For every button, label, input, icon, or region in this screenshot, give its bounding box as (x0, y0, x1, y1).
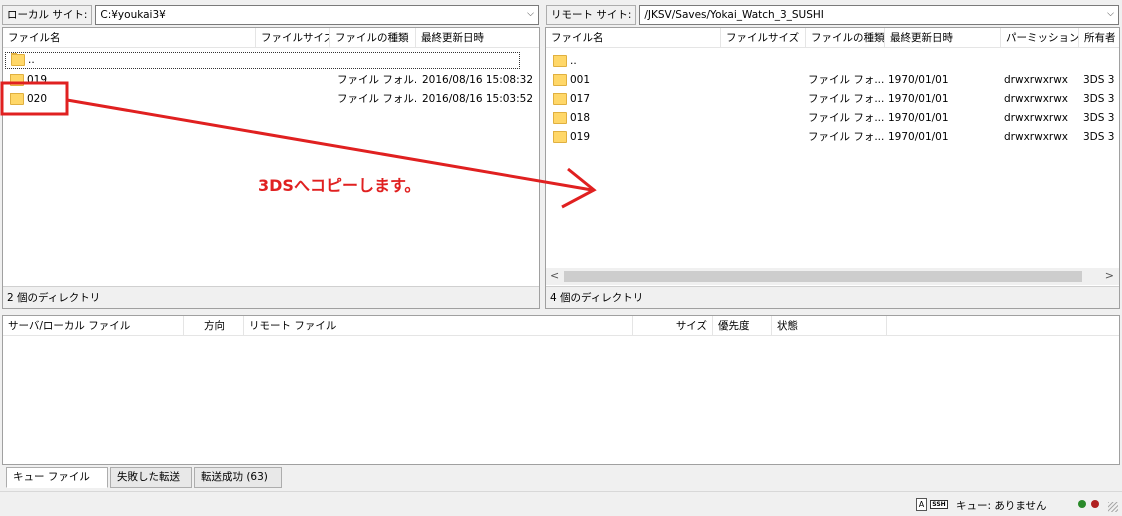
tab-failed-transfers[interactable]: 失敗した転送 (110, 467, 192, 488)
highlight-box (0, 81, 69, 116)
queue-list[interactable]: サーバ/ローカル ファイル 方向 リモート ファイル サイズ 優先度 状態 (2, 315, 1120, 465)
tab-successful-transfers[interactable]: 転送成功 (63) (194, 467, 282, 488)
transfer-led-green-icon (1078, 500, 1086, 508)
queue-col-priority[interactable]: 優先度 (713, 316, 772, 336)
resize-grip-icon[interactable] (1108, 502, 1118, 512)
binary-mode-icon: A (916, 498, 927, 511)
queue-col-filler (887, 316, 1119, 336)
queue-col-direction[interactable]: 方向 (184, 316, 244, 336)
annotation-text: 3DSへコピーします。 (258, 176, 421, 195)
queue-status-text: キュー: ありません (956, 500, 1047, 512)
status-bar: A SSH キュー: ありません (0, 491, 1122, 516)
queue-col-remote[interactable]: リモート ファイル (244, 316, 633, 336)
tab-queued-files[interactable]: キュー ファイル (6, 467, 108, 488)
queue-column-header: サーバ/ローカル ファイル 方向 リモート ファイル サイズ 優先度 状態 (3, 316, 1119, 336)
sftp-icon: SSH (930, 500, 948, 509)
queue-col-status[interactable]: 状態 (772, 316, 887, 336)
queue-col-size[interactable]: サイズ (633, 316, 713, 336)
transfer-led-red-icon (1091, 500, 1099, 508)
queue-col-local[interactable]: サーバ/ローカル ファイル (3, 316, 184, 336)
